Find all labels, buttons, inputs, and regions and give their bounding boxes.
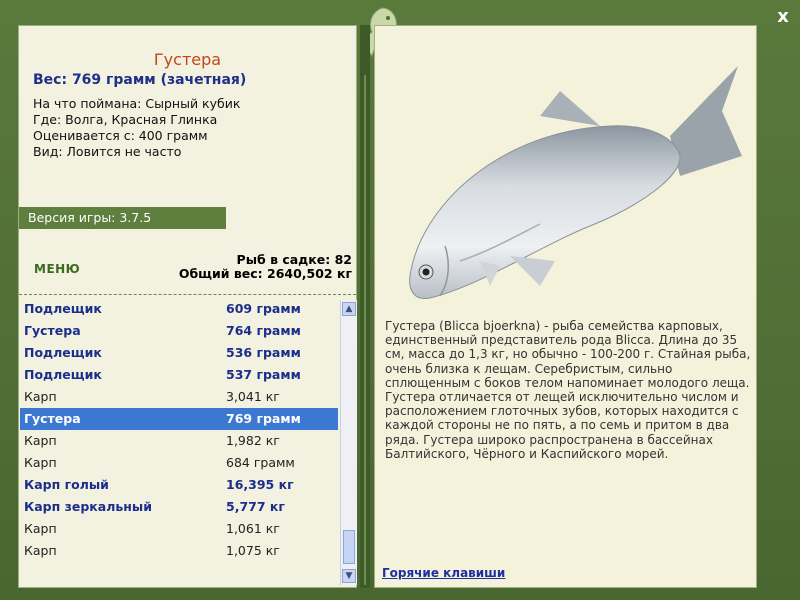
- fish-description-panel: Густера (Blicca bjoerkna) - рыба семейст…: [374, 25, 757, 588]
- list-item[interactable]: Карп 1,075 кг: [20, 540, 338, 562]
- catch-fish-weight: 1,061 кг: [226, 521, 280, 536]
- fish-title: Густера: [153, 50, 222, 69]
- catch-fish-name: Подлещик: [24, 301, 102, 316]
- list-item[interactable]: Карп 1,061 кг: [20, 518, 338, 540]
- fish-weight: Вес: 769 грамм (зачетная): [33, 72, 247, 88]
- fish-description: Густера (Blicca bjoerkna) - рыба семейст…: [385, 319, 751, 461]
- catch-fish-weight: 769 грамм: [226, 411, 301, 426]
- catch-fish-weight: 5,777 кг: [226, 499, 285, 514]
- list-item[interactable]: Густера 769 грамм: [20, 408, 338, 430]
- list-item[interactable]: Карп голый 16,395 кг: [20, 474, 338, 496]
- cage-total-weight: Общий вес: 2640,502 кг: [178, 266, 352, 281]
- game-version: Версия игры: 3.7.5: [19, 207, 226, 229]
- valued-info: Оценивается с: 400 грамм: [33, 128, 208, 143]
- catch-fish-weight: 537 грамм: [226, 367, 301, 382]
- catch-fish-weight: 609 грамм: [226, 301, 301, 316]
- catch-fish-weight: 3,041 кг: [226, 389, 280, 404]
- catch-fish-name: Карп: [24, 521, 57, 536]
- close-icon[interactable]: x: [772, 6, 794, 28]
- menu-button[interactable]: МЕНЮ: [34, 262, 80, 276]
- catch-fish-name: Карп: [24, 389, 57, 404]
- catch-fish-weight: 16,395 кг: [226, 477, 294, 492]
- catch-list[interactable]: Подлещик 609 грамм Густера 764 грамм Подлещи…: [20, 298, 338, 586]
- panel-divider: [360, 25, 370, 588]
- catch-fish-name: Подлещик: [24, 345, 102, 360]
- list-item[interactable]: Густера 764 грамм: [20, 320, 338, 342]
- catch-fish-name: Карп: [24, 543, 57, 558]
- list-item[interactable]: Подлещик 537 грамм: [20, 364, 338, 386]
- catch-fish-name: Густера: [24, 323, 81, 338]
- catch-fish-name: Густера: [24, 411, 81, 426]
- fish-image: [409, 66, 742, 300]
- list-item[interactable]: Карп 3,041 кг: [20, 386, 338, 408]
- bait-info: На что поймана: Сырный кубик: [33, 96, 241, 111]
- list-item[interactable]: Подлещик 536 грамм: [20, 342, 338, 364]
- dashed-divider: [19, 294, 356, 295]
- catch-fish-name: Карп зеркальный: [24, 499, 152, 514]
- kind-info: Вид: Ловится не часто: [33, 144, 182, 159]
- catch-fish-weight: 536 грамм: [226, 345, 301, 360]
- catch-info-panel: Густера Вес: 769 грамм (зачетная) На что…: [18, 25, 357, 588]
- catch-fish-weight: 1,075 кг: [226, 543, 280, 558]
- scrollbar-thumb[interactable]: [343, 530, 355, 564]
- catch-fish-weight: 684 грамм: [226, 455, 295, 470]
- catch-fish-weight: 1,982 кг: [226, 433, 280, 448]
- cage-count: Рыб в садке: 82: [236, 252, 352, 267]
- list-item[interactable]: Карп зеркальный 5,777 кг: [20, 496, 338, 518]
- list-item[interactable]: Карп 1,982 кг: [20, 430, 338, 452]
- list-item[interactable]: Карп 684 грамм: [20, 452, 338, 474]
- chevron-down-icon[interactable]: ▼: [342, 569, 356, 583]
- catch-fish-name: Карп: [24, 455, 57, 470]
- list-scrollbar[interactable]: ▲ ▼: [340, 300, 357, 585]
- catch-fish-weight: 764 грамм: [226, 323, 301, 338]
- catch-fish-name: Карп: [24, 433, 57, 448]
- place-info: Где: Волга, Красная Глинка: [33, 112, 218, 127]
- list-item[interactable]: Подлещик 609 грамм: [20, 298, 338, 320]
- catch-fish-name: Подлещик: [24, 367, 102, 382]
- chevron-up-icon[interactable]: ▲: [342, 302, 356, 316]
- catch-fish-name: Карп голый: [24, 477, 109, 492]
- hotkeys-link[interactable]: Горячие клавиши: [382, 566, 505, 580]
